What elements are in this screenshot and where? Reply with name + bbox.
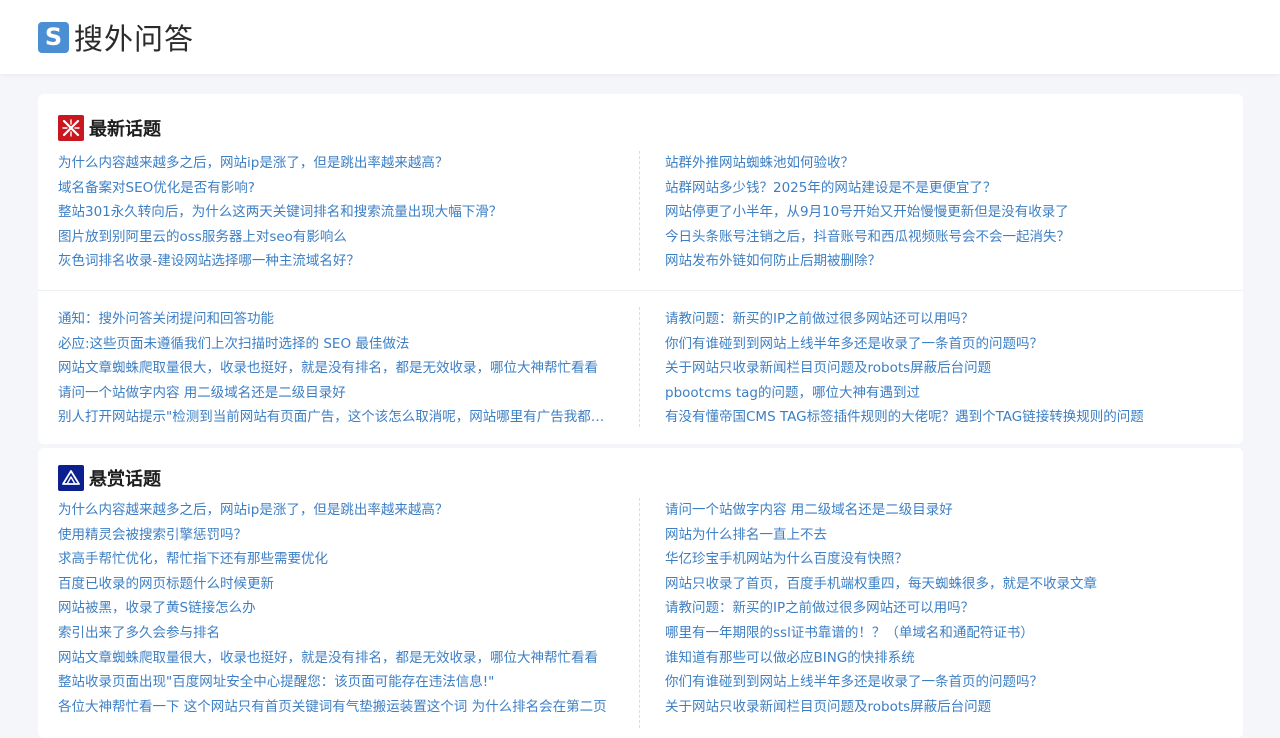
topic-link[interactable]: 谁知道有那些可以做必应BING的快排系统 xyxy=(665,646,1225,671)
topic-link[interactable]: 通知：搜外问答关闭提问和回答功能 xyxy=(58,307,613,332)
crossed-logo-icon xyxy=(58,115,84,141)
topic-link[interactable]: 为什么内容越来越多之后，网站ip是涨了，但是跳出率越来越高？ xyxy=(58,498,613,523)
logo-s-icon: S xyxy=(38,21,69,53)
topic-link[interactable]: 请教问题：新买的IP之前做过很多网站还可以用吗？ xyxy=(665,596,1225,621)
topic-link[interactable]: 哪里有一年期限的ssl证书靠谱的！？（单域名和通配符证书） xyxy=(665,621,1225,646)
topic-link[interactable]: 整站收录页面出现"百度网址安全中心提醒您：该页面可能存在违法信息!" xyxy=(58,670,613,695)
topic-link[interactable]: 关于网站只收录新闻栏目页问题及robots屏蔽后台问题 xyxy=(665,356,1225,381)
latest-topics-heading: 最新话题 xyxy=(58,115,161,141)
topic-link[interactable]: 站群网站多少钱？2025年的网站建设是不是更便宜了？ xyxy=(665,176,1225,201)
topic-link[interactable]: 域名备案对SEO优化是否有影响? xyxy=(58,176,613,201)
topic-link[interactable]: 网站停更了小半年，从9月10号开始又开始慢慢更新但是没有收录了 xyxy=(665,200,1225,225)
latest-topics-right-list: 站群外推网站蜘蛛池如何验收？ 站群网站多少钱？2025年的网站建设是不是更便宜了？… xyxy=(665,151,1225,274)
column-divider xyxy=(639,498,640,728)
latest-topics-right-list: 请教问题：新买的IP之前做过很多网站还可以用吗？ 你们有谁碰到到网站上线半年多还是… xyxy=(665,307,1225,430)
latest-topics-title: 最新话题 xyxy=(89,119,161,140)
logo-text: 搜外问答 xyxy=(74,22,195,56)
column-divider xyxy=(639,307,640,427)
latest-topics-group-1: 为什么内容越来越多之后，网站ip是涨了，但是跳出率越来越高？ 域名备案对SEO优化… xyxy=(38,151,1243,273)
reward-topics-title: 悬赏话题 xyxy=(89,469,161,490)
topic-link[interactable]: pbootcms tag的问题，哪位大神有遇到过 xyxy=(665,381,1225,406)
topic-link[interactable]: 求高手帮忙优化，帮忙指下还有那些需要优化 xyxy=(58,547,613,572)
topic-link[interactable]: 整站301永久转向后，为什么这两天关键词排名和搜索流量出现大幅下滑？ xyxy=(58,200,613,225)
topic-link[interactable]: 使用精灵会被搜索引擎惩罚吗？ xyxy=(58,523,613,548)
topic-link[interactable]: 有没有懂帝国CMS TAG标签插件规则的大佬呢？遇到个TAG链接转换规则的问题 xyxy=(665,405,1225,430)
topic-link[interactable]: 各位大神帮忙看一下 这个网站只有首页关键词有气垫搬运装置这个词 为什么排名会在第… xyxy=(58,695,613,720)
section-divider xyxy=(38,290,1243,291)
topic-link[interactable]: 网站为什么排名一直上不去 xyxy=(665,523,1225,548)
topic-link[interactable]: 灰色词排名收录-建设网站选择哪一种主流域名好？ xyxy=(58,249,613,274)
topic-link[interactable]: 请问一个站做字内容 用二级域名还是二级目录好 xyxy=(665,498,1225,523)
reward-topics-left-list: 为什么内容越来越多之后，网站ip是涨了，但是跳出率越来越高？ 使用精灵会被搜索引擎… xyxy=(58,498,613,719)
topic-link[interactable]: 请问一个站做字内容 用二级域名还是二级目录好 xyxy=(58,381,613,406)
mountain-logo-icon xyxy=(58,465,84,491)
topic-link[interactable]: 网站被黑，收录了黄S链接怎么办 xyxy=(58,596,613,621)
latest-topics-card: 最新话题 为什么内容越来越多之后，网站ip是涨了，但是跳出率越来越高？ 域名备案对… xyxy=(38,94,1243,444)
reward-topics-card: 悬赏话题 为什么内容越来越多之后，网站ip是涨了，但是跳出率越来越高？ 使用精灵会… xyxy=(38,448,1243,738)
topic-link[interactable]: 网站文章蜘蛛爬取量很大，收录也挺好，就是没有排名，都是无效收录，哪位大神帮忙看看 xyxy=(58,356,613,381)
topic-link[interactable]: 请教问题：新买的IP之前做过很多网站还可以用吗？ xyxy=(665,307,1225,332)
latest-topics-left-list: 为什么内容越来越多之后，网站ip是涨了，但是跳出率越来越高？ 域名备案对SEO优化… xyxy=(58,151,613,274)
topic-link[interactable]: 你们有谁碰到到网站上线半年多还是收录了一条首页的问题吗？ xyxy=(665,670,1225,695)
column-divider xyxy=(639,151,640,271)
topic-link[interactable]: 百度已收录的网页标题什么时候更新 xyxy=(58,572,613,597)
reward-topics-group: 为什么内容越来越多之后，网站ip是涨了，但是跳出率越来越高？ 使用精灵会被搜索引擎… xyxy=(38,498,1243,728)
topic-link[interactable]: 华亿珍宝手机网站为什么百度没有快照？ xyxy=(665,547,1225,572)
topic-link[interactable]: 今日头条账号注销之后，抖音账号和西瓜视频账号会不会一起消失？ xyxy=(665,225,1225,250)
topic-link[interactable]: 站群外推网站蜘蛛池如何验收？ xyxy=(665,151,1225,176)
topic-link[interactable]: 为什么内容越来越多之后，网站ip是涨了，但是跳出率越来越高？ xyxy=(58,151,613,176)
site-logo[interactable]: S 搜外问答 xyxy=(38,16,194,58)
latest-topics-group-2: 通知：搜外问答关闭提问和回答功能 必应:这些页面未遵循我们上次扫描时选择的 SEO… xyxy=(38,307,1243,429)
topic-link[interactable]: 你们有谁碰到到网站上线半年多还是收录了一条首页的问题吗？ xyxy=(665,332,1225,357)
reward-topics-heading: 悬赏话题 xyxy=(58,465,161,491)
topic-link[interactable]: 网站只收录了首页，百度手机端权重四，每天蜘蛛很多，就是不收录文章 xyxy=(665,572,1225,597)
topic-link[interactable]: 网站文章蜘蛛爬取量很大，收录也挺好，就是没有排名，都是无效收录，哪位大神帮忙看看 xyxy=(58,646,613,671)
latest-topics-left-list: 通知：搜外问答关闭提问和回答功能 必应:这些页面未遵循我们上次扫描时选择的 SEO… xyxy=(58,307,613,430)
reward-topics-right-list: 请问一个站做字内容 用二级域名还是二级目录好 网站为什么排名一直上不去 华亿珍宝手机… xyxy=(665,498,1225,719)
topic-link[interactable]: 网站发布外链如何防止后期被删除？ xyxy=(665,249,1225,274)
topic-link[interactable]: 索引出来了多久会参与排名 xyxy=(58,621,613,646)
topic-link[interactable]: 必应:这些页面未遵循我们上次扫描时选择的 SEO 最佳做法 xyxy=(58,332,613,357)
topic-link[interactable]: 别人打开网站提示"检测到当前网站有页面广告，这个该怎么取消呢，网站哪里有广告我都… xyxy=(58,405,613,430)
topic-link[interactable]: 图片放到别阿里云的oss服务器上对seo有影响么 xyxy=(58,225,613,250)
site-header: S 搜外问答 xyxy=(0,0,1280,74)
topic-link[interactable]: 关于网站只收录新闻栏目页问题及robots屏蔽后台问题 xyxy=(665,695,1225,720)
